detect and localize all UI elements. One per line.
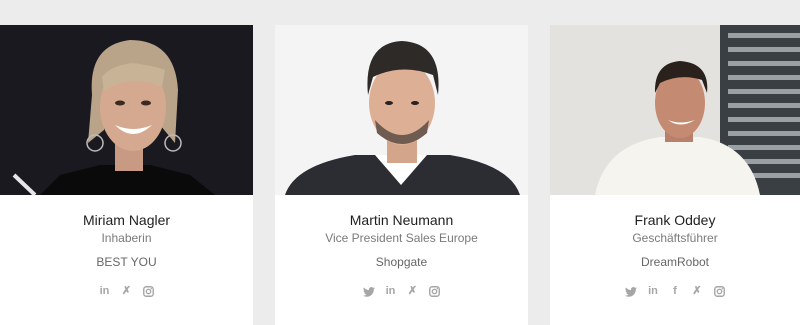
social-links: in ✗ [275,285,528,298]
speaker-company: DreamRobot [640,255,710,269]
speaker-photo [275,25,528,195]
speaker-photo [550,25,800,195]
speaker-role: Inhaberin [101,231,152,245]
instagram-icon[interactable] [428,285,441,298]
instagram-icon[interactable] [142,285,155,298]
speaker-company: BEST YOU [96,255,157,269]
xing-icon[interactable]: ✗ [406,285,419,298]
twitter-icon[interactable] [625,285,638,298]
twitter-icon[interactable] [362,285,375,298]
instagram-icon[interactable] [713,285,726,298]
speaker-role: Vice President Sales Europe [325,231,478,245]
speaker-photo [0,25,253,195]
xing-icon[interactable]: ✗ [120,285,133,298]
linkedin-icon[interactable]: in [98,285,111,298]
speaker-card-miriam-nagler: Miriam Nagler Inhaberin BEST YOU in ✗ [0,25,253,325]
speaker-name: Frank Oddey [634,212,716,228]
social-links: in f ✗ [550,285,800,298]
linkedin-icon[interactable]: in [384,285,397,298]
speaker-card-martin-neumann: Martin Neumann Vice President Sales Euro… [275,25,528,325]
speaker-name: Martin Neumann [349,212,454,228]
speaker-card-frank-oddey: Frank Oddey Geschäftsführer DreamRobot i… [550,25,800,325]
speaker-company: Shopgate [375,255,428,269]
social-links: in ✗ [0,285,253,298]
speaker-role: Geschäftsführer [632,231,718,245]
linkedin-icon[interactable]: in [647,285,660,298]
xing-icon[interactable]: ✗ [691,285,704,298]
facebook-icon[interactable]: f [669,285,682,298]
speaker-name: Miriam Nagler [82,212,171,228]
